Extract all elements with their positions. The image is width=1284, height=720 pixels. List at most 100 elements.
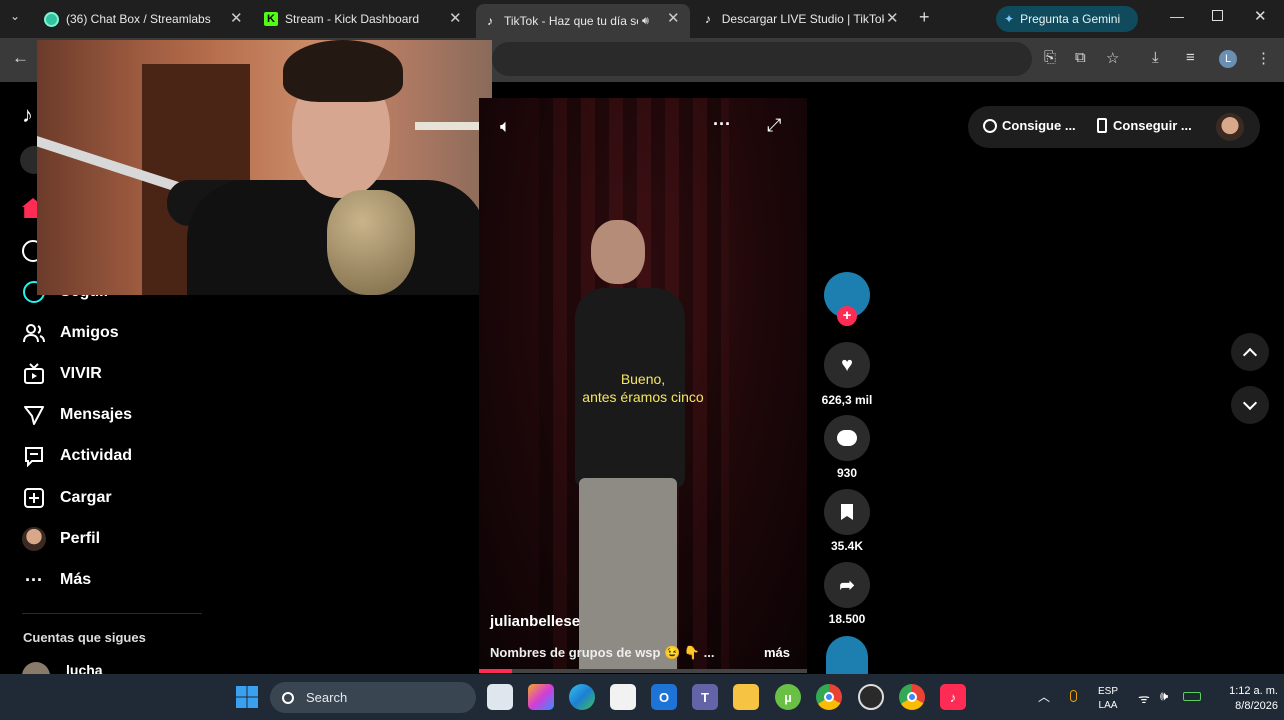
mute-icon[interactable]: 🔈︎ <box>500 116 511 137</box>
obs-icon[interactable] <box>858 684 884 710</box>
save-count: 35.4K <box>830 539 864 553</box>
outlook-icon[interactable]: O <box>651 684 677 710</box>
close-icon[interactable]: ✕ <box>886 9 899 27</box>
following-heading: Cuentas que sigues <box>23 630 146 645</box>
layout-code: LAA <box>1098 700 1118 711</box>
wifi-icon[interactable]: ᯤ <box>1138 689 1150 707</box>
tiktok-icon: ♪ <box>487 14 493 28</box>
sidebar-item-label: VIVIR <box>60 365 102 382</box>
windows-start-icon[interactable] <box>234 684 260 710</box>
translate-icon[interactable]: ⎘ <box>1044 49 1056 66</box>
battery-icon[interactable] <box>1183 692 1201 701</box>
sidebar-divider <box>22 613 202 614</box>
menu-kebab-icon[interactable]: ⋮ <box>1256 49 1271 67</box>
store-icon[interactable] <box>610 684 636 710</box>
tab-streamlabs[interactable]: (36) Chat Box / Streamlabs <box>44 6 244 32</box>
previous-video-button[interactable] <box>1231 333 1269 371</box>
teams-icon[interactable]: T <box>692 684 718 710</box>
sound-disc-avatar[interactable] <box>826 636 868 674</box>
video-player[interactable]: Bueno, antes éramos cinco julianbellese … <box>479 98 807 673</box>
next-video-button[interactable] <box>1231 386 1269 424</box>
tab-title: Stream - Kick Dashboard <box>285 12 420 26</box>
sidebar-item-label: Amigos <box>60 324 119 341</box>
share-button[interactable]: ➦ <box>824 562 870 608</box>
tiktok-icon: ♪ <box>704 12 711 26</box>
progress-fill <box>479 669 512 673</box>
gemini-button[interactable]: ✦ Pregunta a Gemini <box>996 6 1138 32</box>
cast-icon[interactable]: ⧉ <box>1075 49 1086 66</box>
chrome-icon[interactable] <box>816 684 842 710</box>
chevron-up-icon <box>1242 347 1258 362</box>
tiktok-logo-icon[interactable]: ♪ <box>22 102 33 128</box>
progress-track[interactable] <box>479 669 807 673</box>
reading-list-icon[interactable]: ≡ <box>1186 49 1195 66</box>
address-bar[interactable] <box>492 42 1032 76</box>
comment-button[interactable] <box>824 415 870 461</box>
heart-icon: ♥ <box>841 353 853 376</box>
tray-overflow-icon[interactable]: ︿ <box>1038 688 1050 705</box>
profile-avatar[interactable]: L <box>1219 50 1237 68</box>
volume-icon[interactable]: 🕪︎ <box>1160 688 1168 704</box>
tab-title: Descargar LIVE Studio | TikTok <box>721 12 884 26</box>
back-icon[interactable]: ← <box>12 48 29 68</box>
chevron-down-icon <box>1242 395 1258 410</box>
close-icon[interactable]: ✕ <box>449 9 462 27</box>
clock[interactable]: 1:12 a. m. 8/8/2026 <box>1208 684 1278 714</box>
download-icon[interactable]: ⤓ <box>1152 49 1159 66</box>
streamlabs-icon <box>44 11 59 27</box>
restore-button[interactable] <box>1212 10 1223 21</box>
close-window-button[interactable]: ✕ <box>1254 7 1267 25</box>
microphone-icon[interactable] <box>1070 690 1077 702</box>
more-link[interactable]: más <box>764 645 790 660</box>
comment-count: 930 <box>836 466 858 480</box>
fullscreen-icon[interactable]: ⤢ <box>767 115 781 136</box>
bookmark-icon <box>841 504 853 520</box>
get-coins-button[interactable]: Consigue ... <box>983 118 1076 133</box>
subtitle: Bueno, antes éramos cinco <box>479 370 807 406</box>
close-icon[interactable]: ✕ <box>230 9 243 27</box>
user-avatar[interactable] <box>1216 113 1244 141</box>
new-tab-button[interactable]: + <box>919 7 930 28</box>
more-options-icon[interactable]: ··· <box>713 114 731 135</box>
get-app-button[interactable]: Conseguir ... <box>1097 118 1192 133</box>
utorrent-icon[interactable]: µ <box>775 684 801 710</box>
performer-pants <box>579 478 677 673</box>
tiktok-live-studio-icon[interactable]: ♪ <box>940 684 966 710</box>
webcam-overlay <box>37 40 492 295</box>
like-count: 626,3 mil <box>821 393 873 407</box>
close-icon[interactable]: ✕ <box>667 9 680 27</box>
language-indicator[interactable]: ESP LAA <box>1098 685 1118 713</box>
gemini-label: Pregunta a Gemini <box>1020 12 1121 26</box>
tab-search-dropdown[interactable]: ⌄ <box>10 9 20 23</box>
file-explorer-icon[interactable] <box>733 684 759 710</box>
task-view-icon[interactable] <box>487 684 513 710</box>
clock-time: 1:12 a. m. <box>1229 685 1278 697</box>
sidebar-item-more[interactable]: ··· Más <box>22 567 91 593</box>
sidebar-item-profile[interactable]: Perfil <box>22 526 100 552</box>
sidebar-item-friends[interactable]: Amigos <box>22 320 119 346</box>
subtitle-line: antes éramos cinco <box>582 389 704 405</box>
taskbar-search[interactable]: Search <box>270 682 476 713</box>
video-author[interactable]: julianbellese <box>490 613 580 630</box>
sidebar-item-activity[interactable]: Actividad <box>22 443 132 469</box>
sidebar-item-messages[interactable]: Mensajes <box>22 402 132 428</box>
like-button[interactable]: ♥ <box>824 342 870 388</box>
copilot-icon[interactable] <box>528 684 554 710</box>
tab-title: (36) Chat Box / Streamlabs <box>66 12 211 26</box>
tab-live-studio[interactable]: ♪ Descargar LIVE Studio | TikTok <box>702 6 884 32</box>
edge-icon[interactable] <box>569 684 595 710</box>
sidebar-item-label: Más <box>60 571 92 588</box>
follow-plus-icon[interactable]: + <box>837 306 857 326</box>
sidebar-item-live[interactable]: VIVIR <box>22 361 102 387</box>
save-button[interactable] <box>824 489 870 535</box>
sidebar-item-upload[interactable]: Cargar <box>22 485 112 511</box>
bookmark-star-icon[interactable]: ☆ <box>1106 49 1119 67</box>
minimize-button[interactable]: — <box>1170 8 1184 24</box>
chrome-profile-icon[interactable] <box>899 684 925 710</box>
language-code: ESP <box>1098 686 1119 697</box>
avatar-icon <box>22 527 46 551</box>
tab-kick[interactable]: K Stream - Kick Dashboard <box>264 6 454 32</box>
subtitle-line: Bueno, <box>620 371 666 387</box>
tab-tiktok[interactable]: ♪ TikTok - Haz que tu día sea 🔊︎ <box>476 4 690 38</box>
speaker-icon[interactable]: 🔊︎ <box>642 15 649 28</box>
